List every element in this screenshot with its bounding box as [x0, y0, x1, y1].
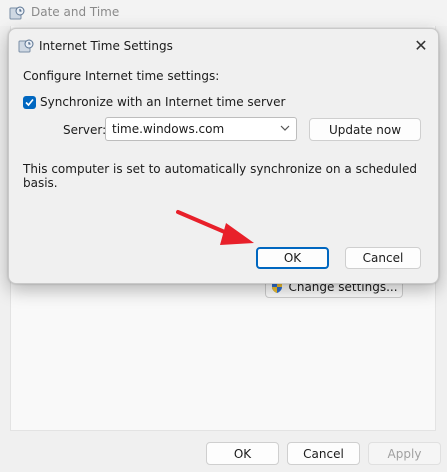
server-value: time.windows.com — [112, 122, 225, 136]
parent-footer: OK Cancel Apply — [0, 432, 447, 472]
update-now-button[interactable]: Update now — [309, 118, 421, 141]
annotation-arrow-icon — [176, 210, 254, 245]
server-label: Server: — [63, 123, 107, 137]
parent-cancel-button[interactable]: Cancel — [287, 442, 360, 465]
date-time-clock-icon — [9, 6, 25, 20]
dialog-titlebar: Internet Time Settings ✕ — [9, 29, 438, 61]
parent-apply-button: Apply — [368, 442, 441, 465]
ok-button[interactable]: OK — [256, 247, 329, 269]
parent-ok-button[interactable]: OK — [206, 442, 279, 465]
parent-titlebar: Date and Time — [0, 0, 447, 26]
section-label: Configure Internet time settings: — [23, 69, 220, 83]
sync-checkbox[interactable] — [23, 95, 36, 109]
chevron-down-icon[interactable] — [280, 123, 290, 133]
server-combobox[interactable]: time.windows.com — [105, 117, 297, 141]
date-time-clock-icon — [18, 39, 34, 53]
parent-window-title: Date and Time — [31, 5, 120, 19]
status-text: This computer is set to automatically sy… — [23, 162, 417, 190]
close-icon[interactable]: ✕ — [410, 34, 432, 56]
sync-label: Synchronize with an Internet time server — [40, 95, 286, 109]
sync-checkbox-row[interactable]: Synchronize with an Internet time server — [23, 95, 285, 109]
checkmark-icon — [25, 98, 34, 106]
dialog-title: Internet Time Settings — [39, 39, 173, 53]
cancel-button[interactable]: Cancel — [345, 247, 421, 269]
